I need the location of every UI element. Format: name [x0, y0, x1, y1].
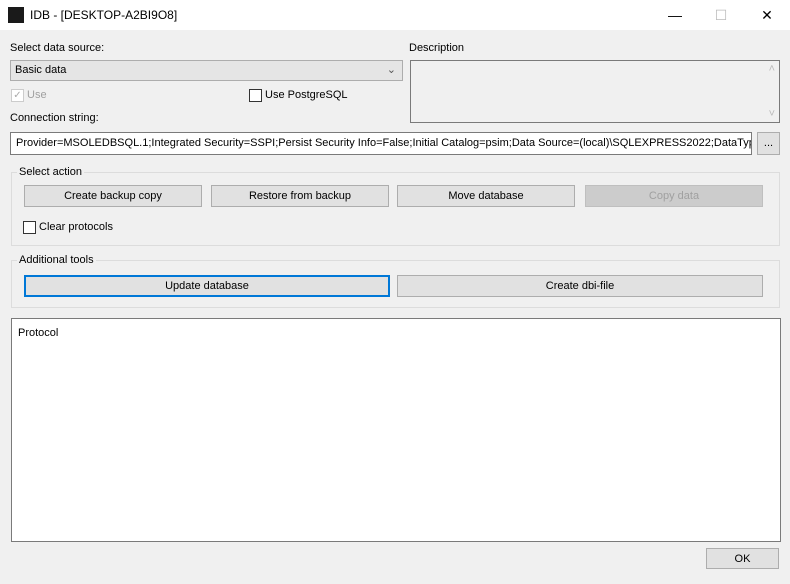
app-icon	[8, 7, 24, 23]
postgres-checkbox[interactable]: Use PostgreSQL	[249, 89, 348, 102]
select-action-group	[11, 172, 780, 246]
browse-connection-button[interactable]: ...	[757, 132, 780, 155]
additional-tools-label: Additional tools	[17, 254, 96, 266]
scroll-up-icon[interactable]: ˄	[769, 63, 775, 75]
create-backup-button[interactable]: Create backup copy	[24, 185, 202, 207]
data-source-select[interactable]: Basic data ⌄	[10, 60, 403, 81]
window-title: IDB - [DESKTOP-A2BI9O8]	[30, 8, 178, 22]
update-database-button[interactable]: Update database	[24, 275, 390, 297]
minimize-button[interactable]: —	[652, 0, 698, 30]
ok-button[interactable]: OK	[706, 548, 779, 569]
select-action-label: Select action	[17, 166, 84, 178]
postgres-label: Use PostgreSQL	[265, 89, 348, 101]
close-button[interactable]: ✕	[744, 0, 790, 30]
use-label: Use	[27, 89, 47, 101]
description-textarea[interactable]: ˄ ˅	[410, 60, 780, 123]
protocol-text: Protocol	[18, 327, 59, 339]
move-database-button[interactable]: Move database	[397, 185, 575, 207]
title-bar: IDB - [DESKTOP-A2BI9O8] — ☐ ✕	[0, 0, 790, 30]
clear-protocols-label: Clear protocols	[39, 221, 113, 233]
data-source-value: Basic data	[15, 64, 67, 76]
scroll-down-icon[interactable]: ˅	[769, 108, 775, 120]
checkbox-box	[249, 89, 262, 102]
chevron-down-icon: ⌄	[386, 64, 396, 76]
maximize-button[interactable]: ☐	[698, 0, 744, 30]
create-dbi-file-button[interactable]: Create dbi-file	[397, 275, 763, 297]
connection-label: Connection string:	[10, 112, 99, 124]
connection-string-input[interactable]: Provider=MSOLEDBSQL.1;Integrated Securit…	[10, 132, 752, 155]
protocol-log[interactable]: Protocol	[11, 318, 781, 542]
checkbox-box	[23, 221, 36, 234]
description-label: Description	[409, 42, 465, 54]
clear-protocols-checkbox[interactable]: Clear protocols	[23, 221, 113, 234]
use-checkbox[interactable]: ✓ Use	[11, 89, 47, 102]
restore-backup-button[interactable]: Restore from backup	[211, 185, 389, 207]
checkmark-icon: ✓	[11, 89, 24, 102]
data-source-label: Select data source:	[10, 42, 105, 54]
copy-data-button[interactable]: Copy data	[585, 185, 763, 207]
